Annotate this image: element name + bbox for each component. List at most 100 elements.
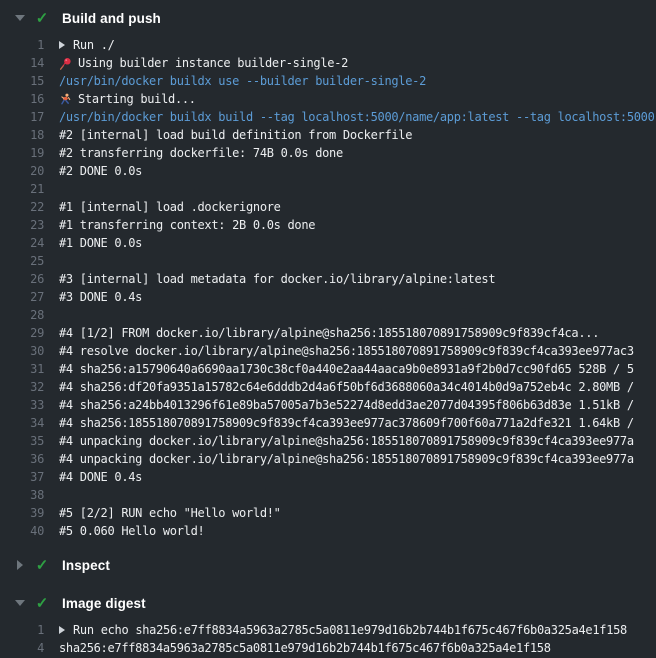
log-line: 17/usr/bin/docker buildx build --tag loc… — [0, 108, 656, 126]
section-header-image-digest[interactable]: ✓ Image digest — [0, 588, 656, 618]
line-number[interactable]: 40 — [0, 522, 44, 540]
chevron-down-icon[interactable] — [14, 13, 25, 24]
section-image-digest: ✓ Image digest 1 Run echo sha256:e7ff8834… — [0, 588, 656, 658]
log-line: 15/usr/bin/docker buildx use --builder b… — [0, 72, 656, 90]
log-text: #1 transferring context: 2B 0.0s done — [59, 216, 315, 234]
log-text: #4 sha256:a15790640a6690aa1730c38cf0a440… — [59, 360, 634, 378]
log-group-header-text: Run ./ — [59, 36, 115, 54]
line-number[interactable]: 1 — [0, 621, 44, 639]
section-title: Inspect — [62, 558, 110, 573]
log-text: #4 resolve docker.io/library/alpine@sha2… — [59, 342, 634, 360]
log-line: 30 #4 resolve docker.io/library/alpine@sh… — [0, 342, 656, 360]
section-title: Image digest — [62, 596, 146, 611]
section-title: Build and push — [62, 11, 161, 26]
line-number[interactable]: 33 — [0, 396, 44, 414]
log-text: #4 [1/2] FROM docker.io/library/alpine@s… — [59, 324, 599, 342]
expand-group-arrow-icon[interactable] — [59, 41, 65, 49]
log-line: 1 Run echo sha256:e7ff8834a5963a2785c5a08… — [0, 621, 656, 639]
log-text: #4 unpacking docker.io/library/alpine@sh… — [59, 450, 634, 468]
line-number[interactable]: 39 — [0, 504, 44, 522]
line-number[interactable]: 17 — [0, 108, 44, 126]
log-group-header-text: Run echo sha256:e7ff8834a5963a2785c5a081… — [59, 621, 627, 639]
section-header-build-and-push[interactable]: ✓ Build and push — [0, 3, 656, 33]
line-number[interactable]: 27 — [0, 288, 44, 306]
log-text: /usr/bin/docker buildx build --tag local… — [59, 108, 655, 126]
line-number[interactable]: 23 — [0, 216, 44, 234]
line-number[interactable]: 37 — [0, 468, 44, 486]
line-number[interactable]: 32 — [0, 378, 44, 396]
section-header-inspect[interactable]: ✓ Inspect — [0, 550, 656, 580]
log-text: /usr/bin/docker buildx use --builder bui… — [59, 72, 426, 90]
line-number[interactable]: 21 — [0, 180, 44, 198]
line-number[interactable]: 31 — [0, 360, 44, 378]
log-line: 28 — [0, 306, 656, 324]
line-number[interactable]: 15 — [0, 72, 44, 90]
log-text: #1 DONE 0.0s — [59, 234, 142, 252]
log-text: #3 [internal] load metadata for docker.i… — [59, 270, 495, 288]
workflow-log-viewer: ✓ Build and push 1Run ./14Using builder … — [0, 0, 656, 658]
line-number[interactable]: 25 — [0, 252, 44, 270]
log-line: 27 #3 DONE 0.4s — [0, 288, 656, 306]
line-number[interactable]: 36 — [0, 450, 44, 468]
check-success-icon: ✓ — [34, 11, 50, 26]
log-line: 38 — [0, 486, 656, 504]
check-success-icon: ✓ — [34, 596, 50, 611]
log-line: 36 #4 unpacking docker.io/library/alpine@… — [0, 450, 656, 468]
log-line: 29 #4 [1/2] FROM docker.io/library/alpine… — [0, 324, 656, 342]
line-number[interactable]: 22 — [0, 198, 44, 216]
line-number[interactable]: 20 — [0, 162, 44, 180]
chevron-right-icon[interactable] — [14, 560, 25, 571]
expand-group-arrow-icon[interactable] — [59, 626, 65, 634]
log-text: #2 DONE 0.0s — [59, 162, 142, 180]
line-number[interactable]: 26 — [0, 270, 44, 288]
log-line: 23 #1 transferring context: 2B 0.0s done — [0, 216, 656, 234]
line-number[interactable]: 34 — [0, 414, 44, 432]
line-number[interactable]: 19 — [0, 144, 44, 162]
log-lines: 1Run ./14Using builder instance builder-… — [0, 33, 656, 544]
log-line: 16 Starting build... — [0, 90, 656, 108]
log-text: #5 0.060 Hello world! — [59, 522, 204, 540]
log-text: #1 [internal] load .dockerignore — [59, 198, 281, 216]
log-line: 19 #2 transferring dockerfile: 74B 0.0s d… — [0, 144, 656, 162]
log-line: 35 #4 unpacking docker.io/library/alpine@… — [0, 432, 656, 450]
line-number[interactable]: 38 — [0, 486, 44, 504]
line-number[interactable]: 4 — [0, 639, 44, 657]
line-number[interactable]: 1 — [0, 36, 44, 54]
log-text: #4 sha256:185518070891758909c9f839cf4ca3… — [59, 414, 634, 432]
runner-icon — [59, 93, 72, 106]
check-success-icon: ✓ — [34, 558, 50, 573]
line-number[interactable]: 28 — [0, 306, 44, 324]
line-number[interactable]: 30 — [0, 342, 44, 360]
log-lines: 1 Run echo sha256:e7ff8834a5963a2785c5a08… — [0, 618, 656, 658]
log-text: #4 DONE 0.4s — [59, 468, 142, 486]
line-number[interactable]: 35 — [0, 432, 44, 450]
line-number[interactable]: 16 — [0, 90, 44, 108]
log-text: Starting build... — [59, 90, 196, 108]
line-number[interactable]: 14 — [0, 54, 44, 72]
chevron-down-icon[interactable] — [14, 598, 25, 609]
line-number[interactable]: 29 — [0, 324, 44, 342]
log-text: #4 unpacking docker.io/library/alpine@sh… — [59, 432, 634, 450]
log-text: #3 DONE 0.4s — [59, 288, 142, 306]
log-line: 18 #2 [internal] load build definition fr… — [0, 126, 656, 144]
section-build-and-push: ✓ Build and push 1Run ./14Using builder … — [0, 0, 656, 544]
log-text: #2 transferring dockerfile: 74B 0.0s don… — [59, 144, 343, 162]
log-line: 32 #4 sha256:df20fa9351a15782c64e6dddb2d4… — [0, 378, 656, 396]
log-line: 34 #4 sha256:185518070891758909c9f839cf4c… — [0, 414, 656, 432]
log-line: 31 #4 sha256:a15790640a6690aa1730c38cf0a4… — [0, 360, 656, 378]
log-text: #4 sha256:a24bb4013296f61e89ba57005a7b3e… — [59, 396, 634, 414]
log-line: 26 #3 [internal] load metadata for docker… — [0, 270, 656, 288]
section-inspect: ✓ Inspect — [0, 550, 656, 580]
log-text: #5 [2/2] RUN echo "Hello world!" — [59, 504, 281, 522]
line-number[interactable]: 18 — [0, 126, 44, 144]
log-line: 40 #5 0.060 Hello world! — [0, 522, 656, 540]
log-line: 37 #4 DONE 0.4s — [0, 468, 656, 486]
log-line: 4sha256:e7ff8834a5963a2785c5a0811e979d16… — [0, 639, 656, 657]
log-text: #4 sha256:df20fa9351a15782c64e6dddb2d4a6… — [59, 378, 634, 396]
line-number[interactable]: 24 — [0, 234, 44, 252]
pushpin-icon — [59, 57, 72, 70]
log-line: 24 #1 DONE 0.0s — [0, 234, 656, 252]
log-text: #2 [internal] load build definition from… — [59, 126, 412, 144]
log-line: 33 #4 sha256:a24bb4013296f61e89ba57005a7b… — [0, 396, 656, 414]
log-line: 39 #5 [2/2] RUN echo "Hello world!" — [0, 504, 656, 522]
